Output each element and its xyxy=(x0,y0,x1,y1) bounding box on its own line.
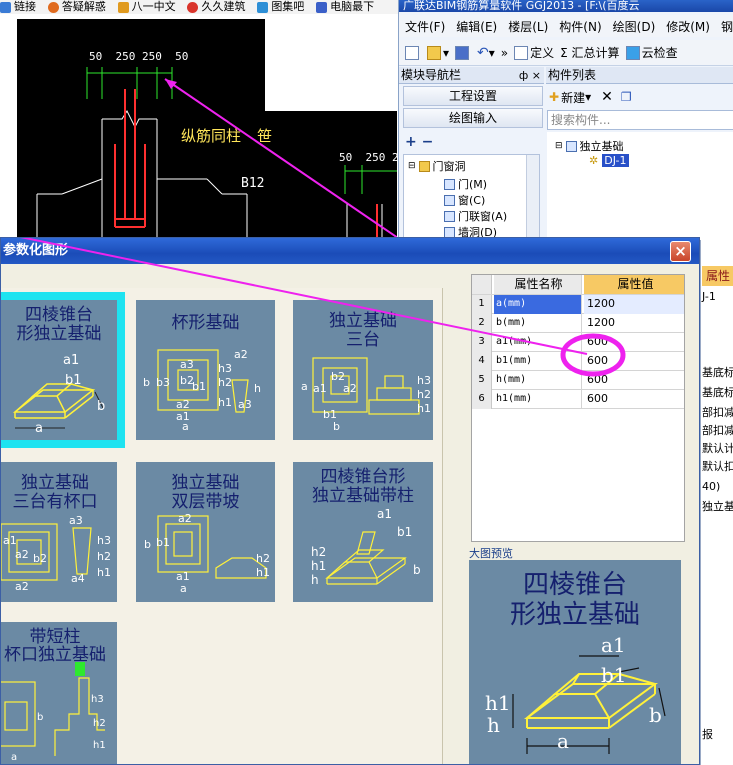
menu-draw[interactable]: 绘图(D) xyxy=(613,18,656,35)
define-button[interactable]: 定义 xyxy=(514,44,554,61)
tree-item-door[interactable]: 门(M) xyxy=(444,176,487,192)
new-icon: ✚ xyxy=(549,90,560,104)
toolbar-overflow[interactable]: » xyxy=(501,46,508,60)
undo-button[interactable]: ↶ ▾ xyxy=(477,45,495,61)
drawing-input-button[interactable]: 绘图输入 xyxy=(403,108,543,128)
undo-icon: ↶ xyxy=(477,44,489,61)
cad-dim-right: 50 250 2 xyxy=(339,151,397,164)
menu-edit[interactable]: 编辑(E) xyxy=(456,18,497,35)
cloud-check-button[interactable]: 云检查 xyxy=(625,44,678,61)
module-tree: ⊟ 门窗洞 门(M) 窗(C) 门联窗(A) 墙洞(D) xyxy=(403,154,540,240)
expand-collapse-icons[interactable]: + − xyxy=(405,134,465,152)
bookmark-icon xyxy=(257,1,269,13)
background-property-strip: 属性 J-1 基底标高 基底标高 部扣减 部扣减 默认计 默认扣 40) 独立基… xyxy=(700,240,733,765)
summary-calc-button[interactable]: Σ 汇总计算 xyxy=(560,44,619,61)
folder-icon xyxy=(427,45,441,60)
project-settings-button[interactable]: 工程设置 xyxy=(403,86,543,106)
door-window-icon xyxy=(444,210,455,222)
tree-scrollbar[interactable] xyxy=(526,155,539,239)
open-button[interactable]: ▾ xyxy=(427,45,449,60)
footing-icon xyxy=(565,140,577,152)
gear-icon: ✲ xyxy=(589,154,599,167)
cloud-check-icon xyxy=(625,45,640,60)
menu-modify[interactable]: 修改(M) xyxy=(666,18,710,35)
component-list-header: 构件列表 xyxy=(546,67,733,84)
annotation-overlay xyxy=(20,238,626,377)
cad-label-b12: B12 xyxy=(241,176,265,191)
tree-item-isolated-footing[interactable]: ⊟ 独立基础 xyxy=(555,138,624,154)
wall-hole-icon xyxy=(444,226,455,238)
menu-bar: 文件(F) 编辑(E) 楼层(L) 构件(N) 绘图(D) 修改(M) 钢筋 xyxy=(399,15,733,37)
new-file-icon xyxy=(405,45,419,60)
door-icon xyxy=(444,178,455,190)
bookmark-icon xyxy=(117,1,129,13)
component-tree: ⊟ 独立基础 ✲ DJ-1 xyxy=(547,132,733,240)
bookmark-icon xyxy=(47,1,59,13)
new-component-button[interactable]: ✚ 新建 ▾ xyxy=(549,89,591,106)
bookmark-dayi[interactable]: 答疑解惑 xyxy=(47,0,106,14)
new-file-button[interactable] xyxy=(405,45,421,60)
define-icon xyxy=(514,45,529,60)
bookmark-link[interactable]: 链接 xyxy=(0,0,36,14)
app-title: 广联达BIM钢筋算量软件 GGJ2013 - [F:\(百度云 xyxy=(399,0,733,12)
window-icon xyxy=(444,194,455,206)
menu-floor[interactable]: 楼层(L) xyxy=(508,18,548,35)
component-toolbar: ✚ 新建 ▾ ✕ ❐ xyxy=(549,86,733,108)
toolbar: ▾ ↶ ▾ » 定义 Σ 汇总计算 云检查 xyxy=(399,40,733,66)
menu-component[interactable]: 构件(N) xyxy=(559,18,601,35)
bookmark-icon xyxy=(0,1,11,13)
bookmarks-bar: 链接 答疑解惑 八一中文 久久建筑 图集吧 电脑最下 xyxy=(0,0,400,14)
delete-icon[interactable]: ✕ xyxy=(601,89,613,105)
bookmark-jiujiu[interactable]: 久久建筑 xyxy=(187,0,245,14)
save-icon xyxy=(455,45,470,60)
tree-item-door-window[interactable]: 门联窗(A) xyxy=(444,208,507,224)
component-search-input[interactable]: 搜索构件... xyxy=(547,110,733,130)
folder-icon xyxy=(418,160,430,172)
module-nav-header: 模块导航栏 ф × xyxy=(399,67,544,84)
bookmark-tuji[interactable]: 图集吧 xyxy=(257,0,304,14)
cad-label-rebar: 纵筋同柱 xyxy=(181,127,242,145)
menu-rebar[interactable]: 钢筋 xyxy=(721,18,733,35)
paw-icon xyxy=(316,1,328,13)
pin-close-icon[interactable]: ф × xyxy=(519,67,541,84)
cad-label-rebar-tail: 笹 xyxy=(257,127,273,145)
tree-item-window[interactable]: 窗(C) xyxy=(444,192,485,208)
copy-icon[interactable]: ❐ xyxy=(621,90,632,104)
bookmark-icon xyxy=(187,1,199,13)
bookmark-bayi[interactable]: 八一中文 xyxy=(117,0,176,14)
cad-dim-top: 50 250 250 50 xyxy=(89,50,189,63)
app-window: 广联达BIM钢筋算量软件 GGJ2013 - [F:\(百度云 文件(F) 编辑… xyxy=(398,0,733,240)
tree-item-dj1[interactable]: ✲ DJ-1 xyxy=(589,154,629,167)
tree-item-openings[interactable]: ⊟ 门窗洞 xyxy=(408,158,466,174)
cad-blank xyxy=(265,19,397,111)
menu-file[interactable]: 文件(F) xyxy=(405,18,445,35)
save-button[interactable] xyxy=(455,45,471,60)
parametric-graphics-dialog: 参数化图形 × 四棱锥台 形独立基础 a1 b1 b a 杯形基础 a2 b3 b2… xyxy=(0,237,700,765)
bookmark-diannao[interactable]: 电脑最下 xyxy=(316,0,374,14)
